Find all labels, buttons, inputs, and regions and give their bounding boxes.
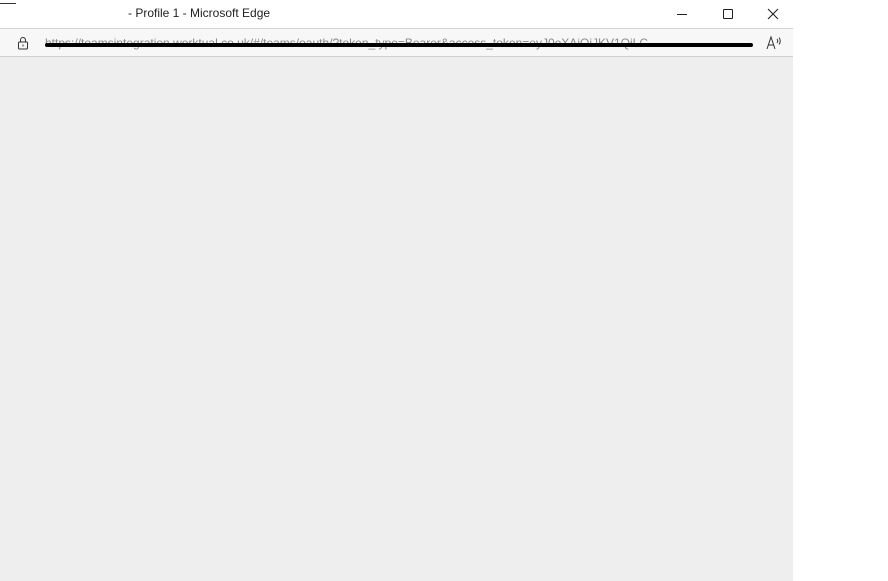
edge-window: - Profile 1 - Microsoft Edge https://tea… bbox=[0, 0, 793, 581]
title-corner-mark bbox=[0, 3, 16, 4]
title-bar: - Profile 1 - Microsoft Edge bbox=[0, 0, 793, 28]
window-title: - Profile 1 - Microsoft Edge bbox=[128, 6, 271, 20]
address-bar: https://teamsintegration.worktual.co.uk/… bbox=[0, 28, 793, 57]
read-aloud-icon[interactable] bbox=[765, 35, 783, 51]
close-icon bbox=[767, 8, 779, 20]
close-button[interactable] bbox=[750, 0, 793, 28]
url-redaction bbox=[45, 43, 753, 47]
lock-icon[interactable] bbox=[15, 35, 31, 51]
maximize-button[interactable] bbox=[705, 0, 751, 28]
maximize-icon bbox=[723, 9, 733, 19]
page-content bbox=[0, 57, 793, 581]
minimize-icon bbox=[677, 13, 687, 15]
title-redaction bbox=[5, 5, 125, 21]
minimize-button[interactable] bbox=[659, 0, 705, 28]
